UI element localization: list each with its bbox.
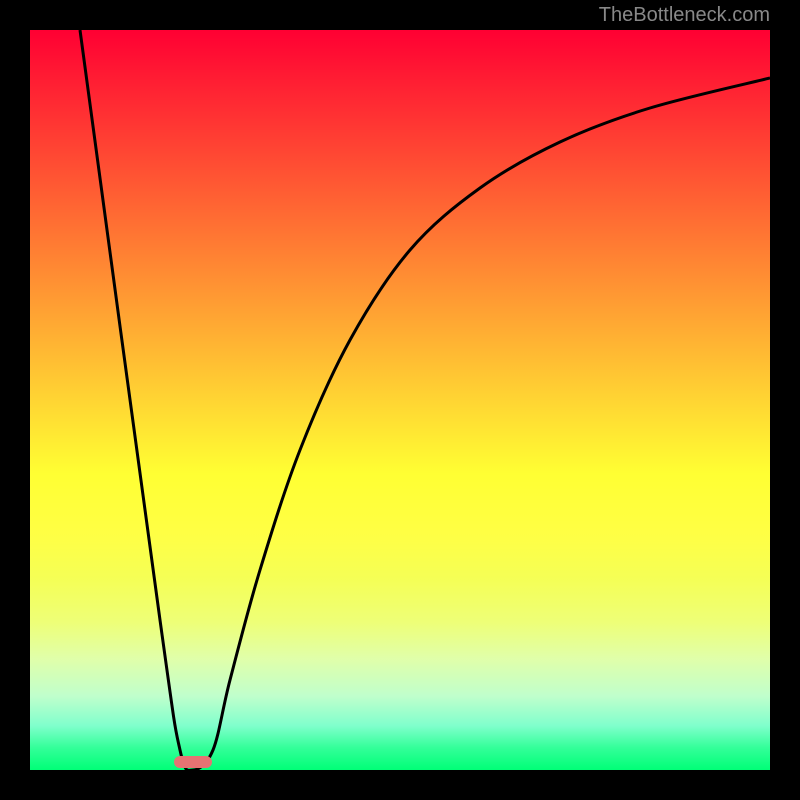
watermark-text: TheBottleneck.com <box>599 4 770 27</box>
optimum-marker <box>174 756 212 768</box>
chart-area <box>30 30 770 770</box>
curve-plot <box>30 30 770 770</box>
bottleneck-curve <box>80 30 770 770</box>
